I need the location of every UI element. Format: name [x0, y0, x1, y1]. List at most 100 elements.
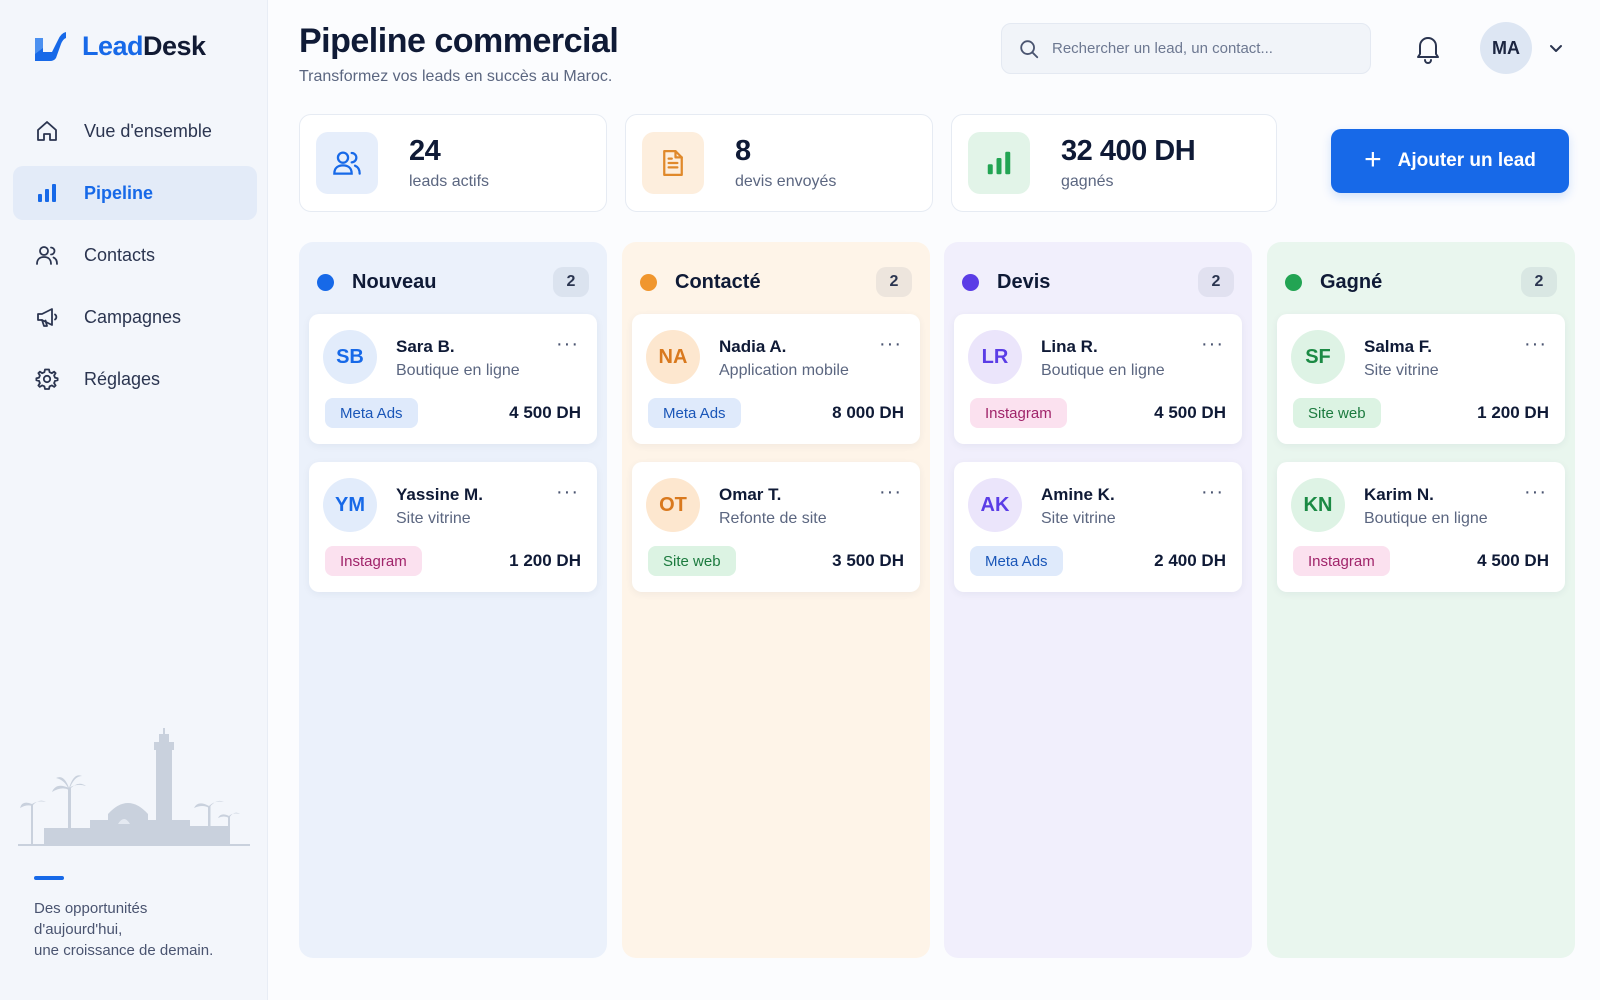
moroccan-skyline-illustration [18, 728, 250, 846]
source-tag: Site web [1293, 398, 1381, 428]
add-lead-label: Ajouter un lead [1397, 150, 1536, 171]
lead-card[interactable]: OT Omar T. Refonte de site ··· Site web … [632, 462, 920, 592]
avatar: OT [646, 478, 700, 532]
lead-project: Application mobile [719, 362, 849, 379]
sidebar-nav: Vue d'ensemble Pipeline Contacts Campagn… [13, 104, 257, 414]
lead-amount: 4 500 DH [509, 403, 581, 422]
more-options-icon[interactable]: ··· [556, 334, 579, 354]
status-dot [962, 273, 979, 291]
avatar: SB [323, 330, 377, 384]
source-tag: Instagram [1293, 546, 1390, 576]
chevron-down-icon[interactable] [1546, 38, 1566, 58]
stat-value: 32 400 DH [1061, 135, 1196, 167]
avatar: YM [323, 478, 377, 532]
quote-line: une croissance de demain. [34, 942, 214, 959]
sidebar-item-pipeline[interactable]: Pipeline [13, 166, 257, 220]
lead-amount: 1 200 DH [509, 551, 581, 570]
more-options-icon[interactable]: ··· [1201, 334, 1224, 354]
lead-name: Salma F. [1364, 337, 1433, 356]
plus-icon: + [1364, 142, 1382, 176]
source-tag: Meta Ads [648, 398, 741, 428]
more-options-icon[interactable]: ··· [1524, 334, 1547, 354]
avatar: SF [1291, 330, 1345, 384]
lead-card[interactable]: LR Lina R. Boutique en ligne ··· Instagr… [954, 314, 1242, 444]
stat-label: devis envoyés [735, 173, 837, 190]
sidebar-item-label: Campagnes [84, 306, 182, 327]
lead-card[interactable]: YM Yassine M. Site vitrine ··· Instagram… [309, 462, 597, 592]
column-header: Nouveau 2 [317, 264, 589, 300]
bar-chart-icon [968, 132, 1030, 194]
more-options-icon[interactable]: ··· [556, 482, 579, 502]
lead-project: Boutique en ligne [396, 362, 520, 379]
lead-project: Site vitrine [396, 510, 471, 527]
lead-name: Omar T. [719, 485, 782, 504]
sidebar: LeadDesk Vue d'ensemble Pipeline Contact… [0, 0, 268, 1000]
sidebar-item-campaigns[interactable]: Campagnes [13, 290, 257, 344]
column-contacte: Contacté 2 NA Nadia A. Application mobil… [622, 242, 930, 958]
column-header: Devis 2 [962, 264, 1234, 300]
sidebar-item-contacts[interactable]: Contacts [13, 228, 257, 282]
search-input[interactable] [1052, 40, 1370, 57]
lead-name: Nadia A. [719, 337, 787, 356]
lead-project: Site vitrine [1041, 510, 1116, 527]
sidebar-item-overview[interactable]: Vue d'ensemble [13, 104, 257, 158]
column-count-badge: 2 [876, 267, 912, 297]
document-icon [642, 132, 704, 194]
column-devis: Devis 2 LR Lina R. Boutique en ligne ···… [944, 242, 1252, 958]
lead-name: Yassine M. [396, 485, 483, 504]
column-title: Nouveau [352, 270, 437, 293]
lead-card[interactable]: SB Sara B. Boutique en ligne ··· Meta Ad… [309, 314, 597, 444]
add-lead-button[interactable]: + Ajouter un lead [1331, 129, 1569, 193]
lead-card[interactable]: AK Amine K. Site vitrine ··· Meta Ads 2 … [954, 462, 1242, 592]
stat-value: 8 [735, 135, 751, 167]
search-bar[interactable] [1001, 23, 1371, 74]
megaphone-icon [34, 304, 60, 330]
sidebar-item-label: Réglages [84, 368, 161, 389]
lead-amount: 1 200 DH [1477, 403, 1549, 422]
stat-label: gagnés [1061, 173, 1114, 190]
quote-accent-bar [34, 876, 64, 880]
users-icon [34, 242, 60, 268]
column-count-badge: 2 [553, 267, 589, 297]
avatar: AK [968, 478, 1022, 532]
more-options-icon[interactable]: ··· [879, 334, 902, 354]
sidebar-item-settings[interactable]: Réglages [13, 352, 257, 406]
source-tag: Instagram [970, 398, 1067, 428]
status-dot [317, 273, 334, 291]
lead-amount: 4 500 DH [1154, 403, 1226, 422]
avatar: KN [1291, 478, 1345, 532]
lead-card[interactable]: KN Karim N. Boutique en ligne ··· Instag… [1277, 462, 1565, 592]
more-options-icon[interactable]: ··· [1524, 482, 1547, 502]
sidebar-quote: Des opportunités d'aujourd'hui, une croi… [34, 898, 244, 961]
users-icon [316, 132, 378, 194]
status-dot [640, 273, 657, 291]
stat-card-won: 32 400 DH gagnés [951, 114, 1277, 212]
more-options-icon[interactable]: ··· [1201, 482, 1224, 502]
user-avatar[interactable]: MA [1480, 22, 1532, 74]
column-gagne: Gagné 2 SF Salma F. Site vitrine ··· Sit… [1267, 242, 1575, 958]
column-nouveau: Nouveau 2 SB Sara B. Boutique en ligne ·… [299, 242, 607, 958]
avatar: NA [646, 330, 700, 384]
stat-label: leads actifs [409, 173, 490, 190]
sidebar-item-label: Pipeline [84, 182, 154, 203]
lead-amount: 8 000 DH [832, 403, 904, 422]
sidebar-item-label: Contacts [84, 244, 156, 265]
stat-value: 24 [409, 135, 441, 167]
brand-logo[interactable]: LeadDesk [32, 28, 206, 64]
gear-icon [34, 366, 60, 392]
column-header: Contacté 2 [640, 264, 912, 300]
lead-card[interactable]: NA Nadia A. Application mobile ··· Meta … [632, 314, 920, 444]
column-title: Gagné [1320, 270, 1383, 293]
lead-card[interactable]: SF Salma F. Site vitrine ··· Site web 1 … [1277, 314, 1565, 444]
lead-name: Lina R. [1041, 337, 1098, 356]
avatar: LR [968, 330, 1022, 384]
bell-icon[interactable] [1412, 32, 1444, 64]
lead-project: Boutique en ligne [1041, 362, 1165, 379]
column-count-badge: 2 [1521, 267, 1557, 297]
lead-project: Refonte de site [719, 510, 827, 527]
bar-chart-icon [34, 180, 60, 206]
lead-project: Boutique en ligne [1364, 510, 1488, 527]
sidebar-item-label: Vue d'ensemble [84, 120, 212, 141]
source-tag: Meta Ads [970, 546, 1063, 576]
more-options-icon[interactable]: ··· [879, 482, 902, 502]
